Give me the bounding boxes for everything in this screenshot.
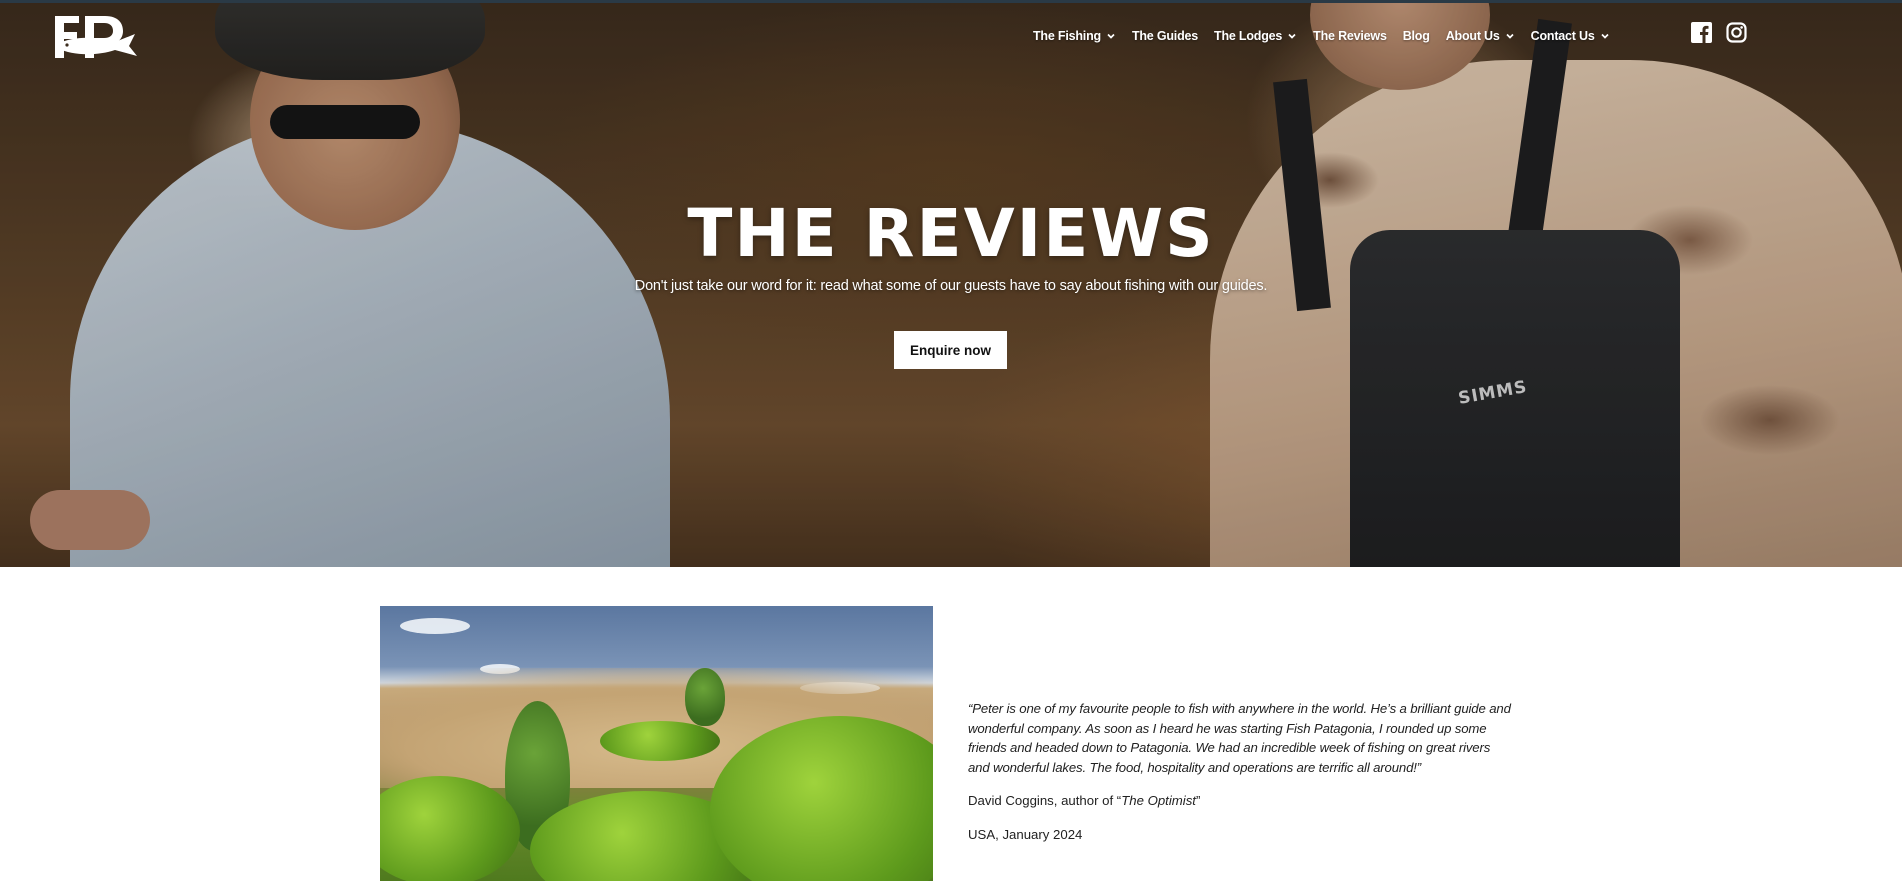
nav-item-about-us[interactable]: About Us (1446, 29, 1515, 43)
nav-item-blog[interactable]: Blog (1403, 29, 1430, 43)
nav-item-label: Contact Us (1530, 29, 1595, 43)
nav-item-label: The Reviews (1313, 29, 1387, 43)
nav-item-the-lodges[interactable]: The Lodges (1214, 29, 1297, 43)
tree (685, 668, 725, 726)
enquire-now-button[interactable]: Enquire now (894, 331, 1007, 369)
nav-item-contact-us[interactable]: Contact Us (1531, 29, 1610, 43)
chevron-down-icon (1601, 33, 1609, 39)
shrub (600, 721, 720, 761)
review-landscape-photo (380, 606, 933, 881)
review-author-suffix: ” (1195, 793, 1201, 808)
top-border (0, 0, 1902, 3)
cloud (400, 618, 470, 634)
nav-item-label: The Fishing (1033, 29, 1101, 43)
nav-item-the-guides[interactable]: The Guides (1132, 29, 1198, 43)
chevron-down-icon (1506, 33, 1514, 39)
hero-banner: SIMMS The Fishing The Guides The Lodges … (0, 0, 1902, 567)
hero-subtitle: Don't just take our word for it: read wh… (634, 278, 1268, 294)
review-location-date: USA, January 2024 (968, 827, 1083, 842)
review-author: David Coggins, author of “The Optimist” (968, 793, 1200, 808)
instagram-icon[interactable] (1726, 22, 1747, 43)
fish-patagonia-logo[interactable] (53, 14, 139, 60)
nav-item-label: About Us (1445, 29, 1500, 43)
nav-item-the-reviews[interactable]: The Reviews (1313, 29, 1387, 43)
nav-item-the-fishing[interactable]: The Fishing (1033, 29, 1116, 43)
shrub (380, 776, 520, 881)
page-title: THE REVIEWS (687, 195, 1215, 272)
chevron-down-icon (1288, 33, 1296, 39)
nav-item-label: The Lodges (1214, 29, 1283, 43)
review-author-book: The Optimist (1121, 793, 1196, 808)
review-author-prefix: David Coggins, author of “ (968, 793, 1122, 808)
chevron-down-icon (1107, 33, 1115, 39)
review-quote: “Peter is one of my favourite people to … (968, 701, 1511, 776)
main-navigation: The Fishing The Guides The Lodges The Re… (1033, 26, 1626, 46)
facebook-icon[interactable] (1691, 22, 1712, 43)
nav-item-label: The Guides (1131, 29, 1199, 43)
nav-item-label: Blog (1402, 29, 1430, 43)
